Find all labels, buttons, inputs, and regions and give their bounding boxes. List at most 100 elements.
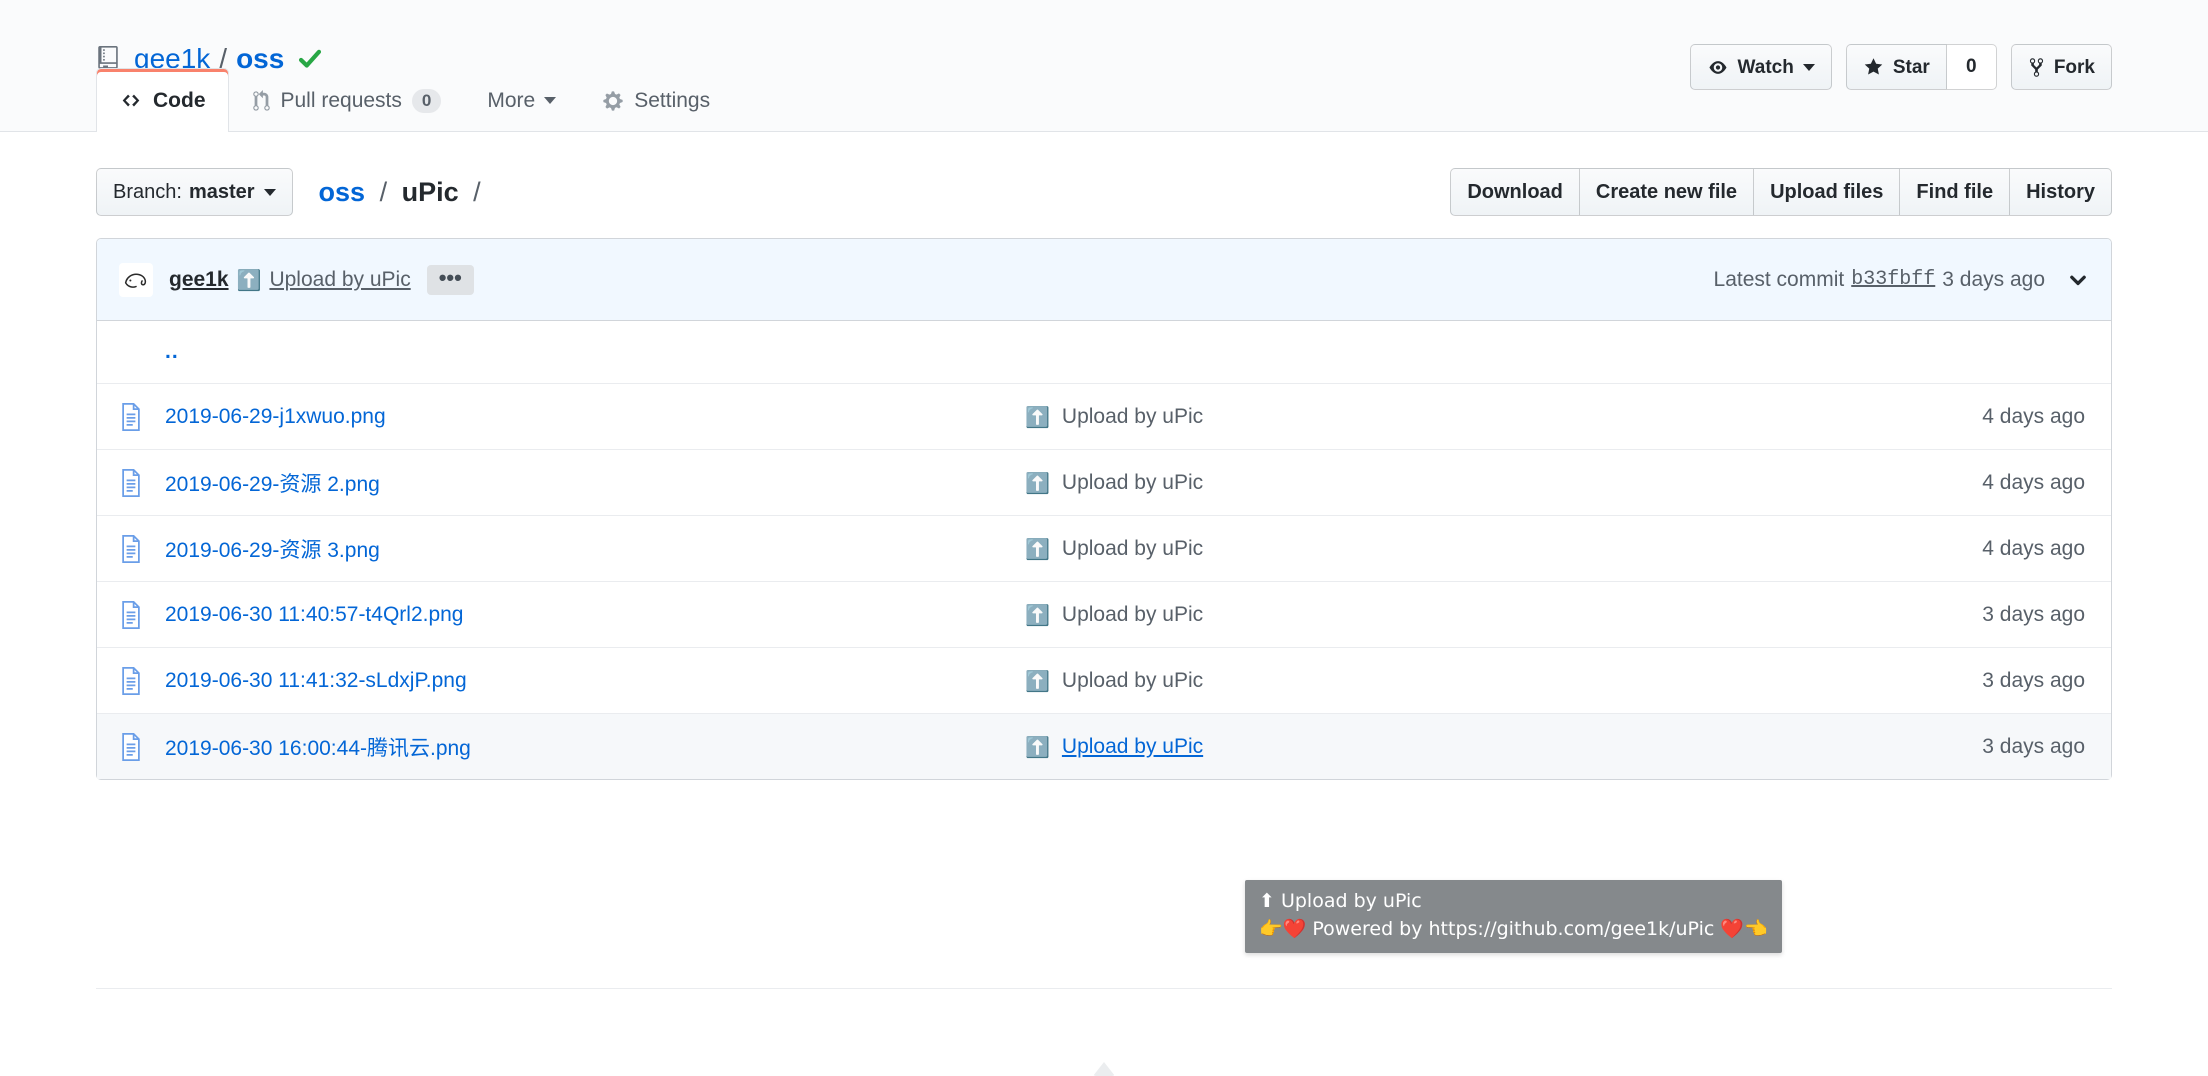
row-commit-message-link[interactable]: Upload by uPic <box>1062 471 1203 495</box>
row-commit-message-link[interactable]: Upload by uPic <box>1062 603 1203 627</box>
repo-header-actions: Watch Star 0 Fork <box>1689 44 2112 90</box>
chevron-down-icon <box>1802 63 1815 71</box>
commit-message-cell: ⬆️ Upload by uPic <box>1025 669 1881 693</box>
commit-age: 3 days ago <box>1942 267 2045 291</box>
fork-label: Fork <box>2053 56 2095 78</box>
file-name-cell: 2019-06-29-资源 3.png <box>165 534 1025 564</box>
tab-more[interactable]: More <box>464 68 579 132</box>
commit-message-cell: ⬆️ Upload by uPic <box>1025 471 1881 495</box>
file-name-cell: 2019-06-30 16:00:44-腾讯云.png <box>165 732 1025 762</box>
repo-header: gee1k / oss Watch Star 0 Fork Code Pull … <box>0 0 2208 132</box>
fork-icon <box>2028 57 2045 78</box>
file-name-link[interactable]: 2019-06-30 11:40:57-t4Qrl2.png <box>165 603 464 626</box>
file-icon-cell <box>97 732 165 761</box>
parent-directory-cell: .. <box>165 340 1025 364</box>
breadcrumb-current: uPic <box>401 176 459 207</box>
file-name-cell: 2019-06-29-资源 2.png <box>165 468 1025 498</box>
create-new-file-button[interactable]: Create new file <box>1578 168 1755 216</box>
latest-commit-info: Latest commit b33fbff 3 days ago <box>1714 268 2089 292</box>
commit-message-link[interactable]: Upload by uPic <box>269 268 410 292</box>
star-label: Star <box>1892 56 1930 78</box>
file-age-cell: 4 days ago <box>1982 470 2085 494</box>
breadcrumb-separator-end: / <box>473 176 481 207</box>
row-commit-message-link[interactable]: Upload by uPic <box>1062 537 1203 561</box>
file-age-cell: 3 days ago <box>1982 668 2085 692</box>
upload-files-button[interactable]: Upload files <box>1753 168 1901 216</box>
github-repo-page: gee1k / oss Watch Star 0 Fork Code Pull … <box>0 0 2208 1076</box>
avatar[interactable] <box>119 262 153 297</box>
arrow-up-emoji-icon: ⬆️ <box>1025 734 1050 759</box>
code-icon <box>119 91 143 110</box>
fork-button[interactable]: Fork <box>2010 44 2112 90</box>
star-button-group: Star 0 <box>1845 44 1997 90</box>
tab-pull-requests[interactable]: Pull requests 0 <box>229 68 465 132</box>
watch-label: Watch <box>1737 56 1794 78</box>
breadcrumb-separator: / <box>379 176 388 207</box>
scroll-indicator <box>1093 1062 1115 1076</box>
repo-content: Branch: master oss / uPic / Download Cre… <box>0 132 2208 780</box>
parent-directory-link[interactable]: .. <box>165 340 179 363</box>
arrow-up-emoji-icon: ⬆️ <box>1025 404 1050 429</box>
table-row[interactable]: 2019-06-30 11:40:57-t4Qrl2.png ⬆️ Upload… <box>97 581 2111 647</box>
file-name-link[interactable]: 2019-06-30 16:00:44-腾讯云.png <box>165 737 471 760</box>
history-button[interactable]: History <box>2009 168 2112 216</box>
commit-message-tooltip: ⬆ Upload by uPic 👉❤️ Powered by https://… <box>1245 880 1782 954</box>
tooltip-line-2: 👉❤️ Powered by https://github.com/gee1k/… <box>1259 917 1768 940</box>
row-commit-message-link[interactable]: Upload by uPic <box>1062 735 1203 759</box>
latest-commit-label: Latest commit <box>1713 267 1845 291</box>
file-action-buttons: Download Create new file Upload files Fi… <box>1450 168 2112 216</box>
breadcrumb-root-link[interactable]: oss <box>319 177 366 207</box>
file-name-cell: 2019-06-30 11:40:57-t4Qrl2.png <box>165 603 1025 627</box>
download-button[interactable]: Download <box>1450 168 1580 216</box>
row-commit-message-link[interactable]: Upload by uPic <box>1062 405 1203 429</box>
file-name-link[interactable]: 2019-06-29-资源 2.png <box>165 473 380 496</box>
file-navigation-row: Branch: master oss / uPic / Download Cre… <box>96 132 2112 238</box>
tab-pull-requests-count: 0 <box>411 88 442 113</box>
commit-message-cell: ⬆️ Upload by uPic <box>1025 735 1881 759</box>
branch-name-label: master <box>188 180 255 203</box>
file-age-cell: 3 days ago <box>1982 602 2085 626</box>
file-icon-cell <box>97 468 165 497</box>
tooltip-line-1: ⬆ Upload by uPic <box>1259 890 1422 912</box>
star-count[interactable]: 0 <box>1946 44 1997 90</box>
file-name-link[interactable]: 2019-06-29-资源 3.png <box>165 539 380 562</box>
commit-message-cell: ⬆️ Upload by uPic <box>1025 537 1881 561</box>
chevron-down-icon[interactable] <box>2067 269 2089 291</box>
table-row[interactable]: 2019-06-30 11:41:32-sLdxjP.png ⬆️ Upload… <box>97 647 2111 713</box>
arrow-up-emoji-icon: ⬆️ <box>1025 536 1050 561</box>
commit-author-link[interactable]: gee1k <box>169 268 229 292</box>
file-list-box: gee1k ⬆️ Upload by uPic ••• Latest commi… <box>96 238 2112 780</box>
table-row[interactable]: 2019-06-30 16:00:44-腾讯云.png ⬆️ Upload by… <box>97 713 2111 779</box>
file-icon-cell <box>97 666 165 695</box>
repo-nav-tabs: Code Pull requests 0 More Settings <box>96 68 733 132</box>
row-commit-message-link[interactable]: Upload by uPic <box>1062 669 1203 693</box>
file-name-link[interactable]: 2019-06-30 11:41:32-sLdxjP.png <box>165 669 467 692</box>
tab-code-label: Code <box>153 88 206 112</box>
branch-prefix-label: Branch: <box>113 180 182 203</box>
star-button[interactable]: Star <box>1845 44 1947 90</box>
tab-code[interactable]: Code <box>96 68 229 132</box>
branch-select-button[interactable]: Branch: master <box>96 168 293 216</box>
table-row[interactable]: 2019-06-29-资源 3.png ⬆️ Upload by uPic 4 … <box>97 515 2111 581</box>
file-age-cell: 3 days ago <box>1982 734 2085 758</box>
tab-settings[interactable]: Settings <box>579 68 733 132</box>
commit-sha-link[interactable]: b33fbff <box>1851 268 1935 291</box>
file-age-cell: 4 days ago <box>1982 404 2085 428</box>
find-file-button[interactable]: Find file <box>1899 168 2011 216</box>
watch-button[interactable]: Watch <box>1689 44 1832 90</box>
file-icon-cell <box>97 534 165 563</box>
footer-divider <box>96 988 2112 989</box>
table-row[interactable]: 2019-06-29-j1xwuo.png ⬆️ Upload by uPic … <box>97 383 2111 449</box>
tab-more-label: More <box>487 88 536 112</box>
chevron-down-icon <box>544 97 557 104</box>
table-row[interactable]: 2019-06-29-资源 2.png ⬆️ Upload by uPic 4 … <box>97 449 2111 515</box>
star-icon <box>1863 57 1884 77</box>
commit-message-expand-button[interactable]: ••• <box>426 264 474 295</box>
tab-pull-requests-label: Pull requests <box>280 88 402 112</box>
parent-directory-row[interactable]: .. <box>97 321 2111 383</box>
file-name-link[interactable]: 2019-06-29-j1xwuo.png <box>165 405 386 428</box>
chevron-down-icon <box>263 188 276 196</box>
gear-icon <box>602 90 624 112</box>
file-age-cell: 4 days ago <box>1982 536 2085 560</box>
arrow-up-emoji-icon: ⬆️ <box>1025 668 1050 693</box>
